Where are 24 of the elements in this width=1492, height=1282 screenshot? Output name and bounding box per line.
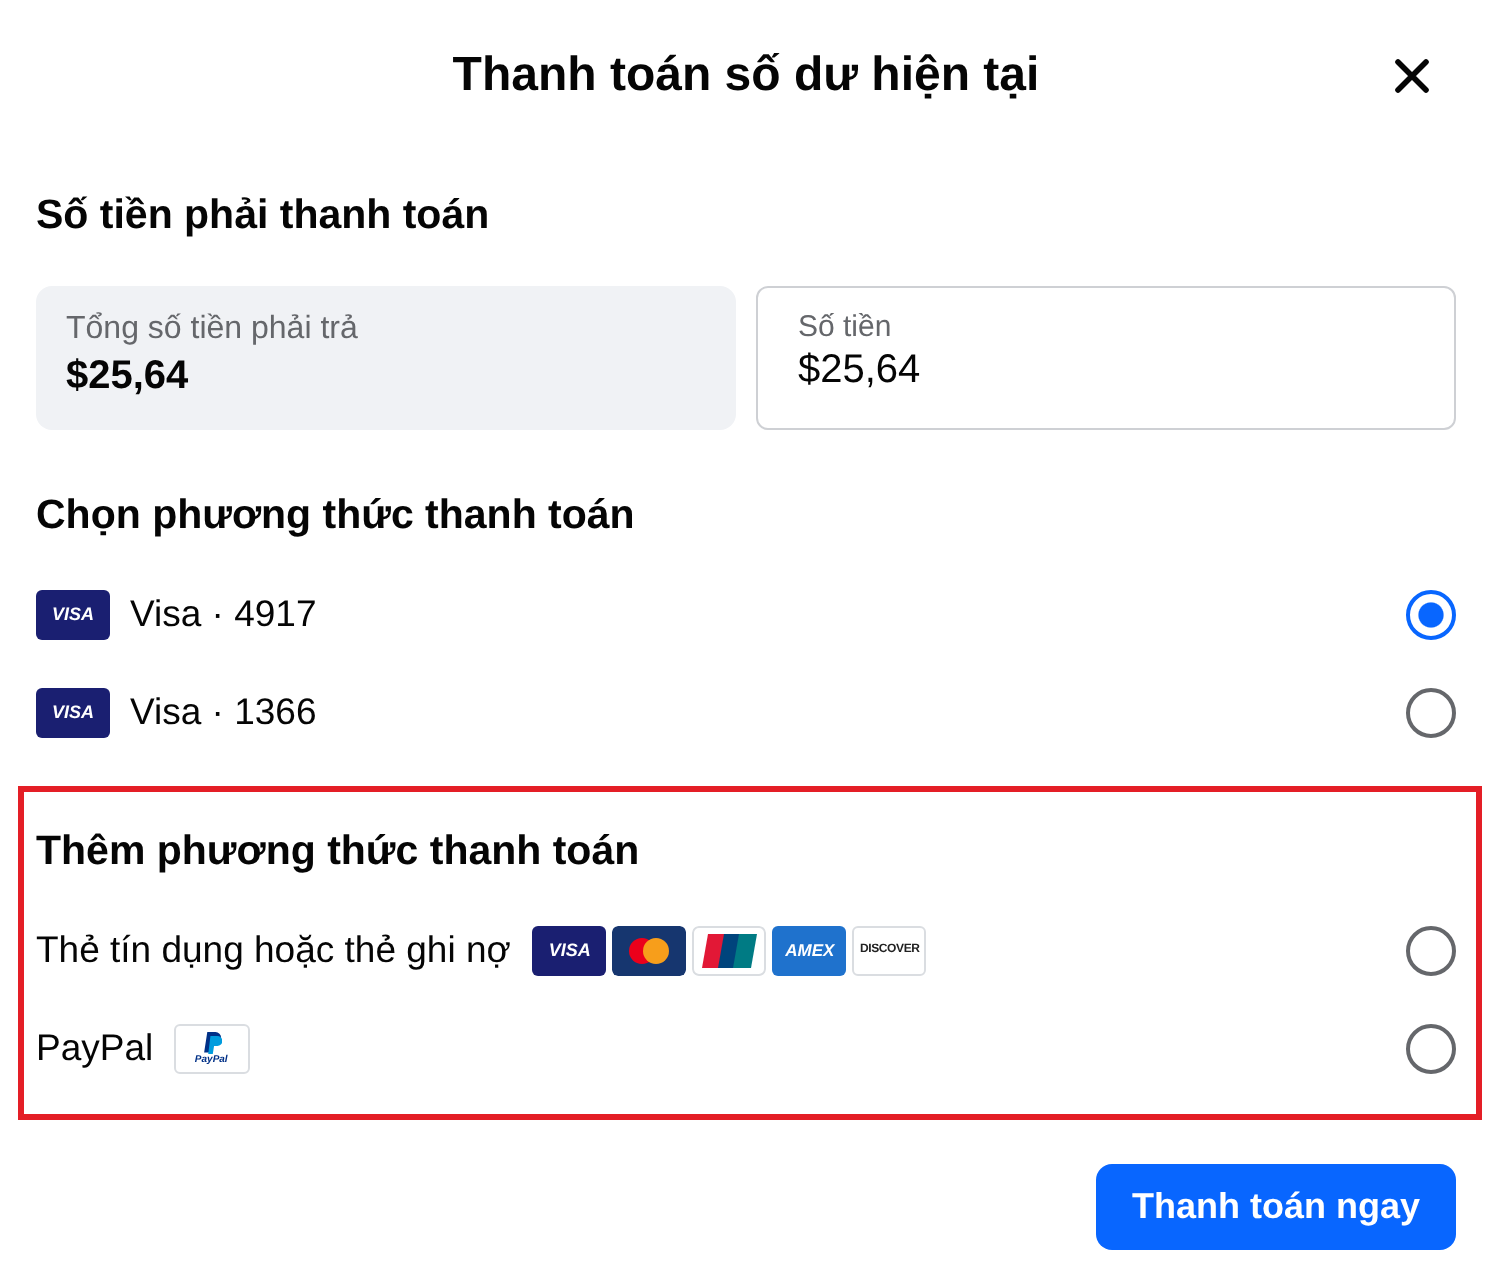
radio-button[interactable] [1406, 1023, 1456, 1073]
amount-input-field[interactable]: Số tiền $25,64 [756, 286, 1456, 430]
payment-method-label: Visa · 1366 [130, 690, 317, 734]
card-brand-logo: VISA [532, 925, 607, 975]
slanted-stripes-icon [692, 925, 767, 975]
section-heading: Thêm phương thức thanh toán [36, 828, 642, 876]
section-heading: Số tiền phải thanh toán [36, 192, 492, 240]
pay-now-button[interactable]: Thanh toán ngay [1096, 1164, 1456, 1250]
total-value: $25,64 [66, 352, 189, 400]
p-mark-icon [201, 1031, 222, 1053]
radio-button[interactable] [1406, 589, 1456, 639]
total-label: Tổng số tiền phải trả [66, 310, 358, 350]
payment-method-label: PayPal [36, 1026, 154, 1070]
card-brand-logo: AMEX [772, 925, 847, 975]
payment-method-label: Thẻ tín dụng hoặc thẻ ghi nợ [36, 928, 511, 972]
payment-method-label: Visa · 4917 [130, 592, 317, 636]
radio-button[interactable] [1406, 925, 1456, 975]
card-brand-logo: VISA [36, 687, 110, 737]
dialog-title: Thanh toán số dư hiện tại [452, 46, 1040, 106]
close-icon [1392, 56, 1432, 96]
overlapping-circles-icon [612, 925, 687, 975]
card-brand-logo: VISA [36, 589, 110, 639]
section-heading: Chọn phương thức thanh toán [36, 492, 637, 540]
radio-button[interactable] [1406, 687, 1456, 737]
